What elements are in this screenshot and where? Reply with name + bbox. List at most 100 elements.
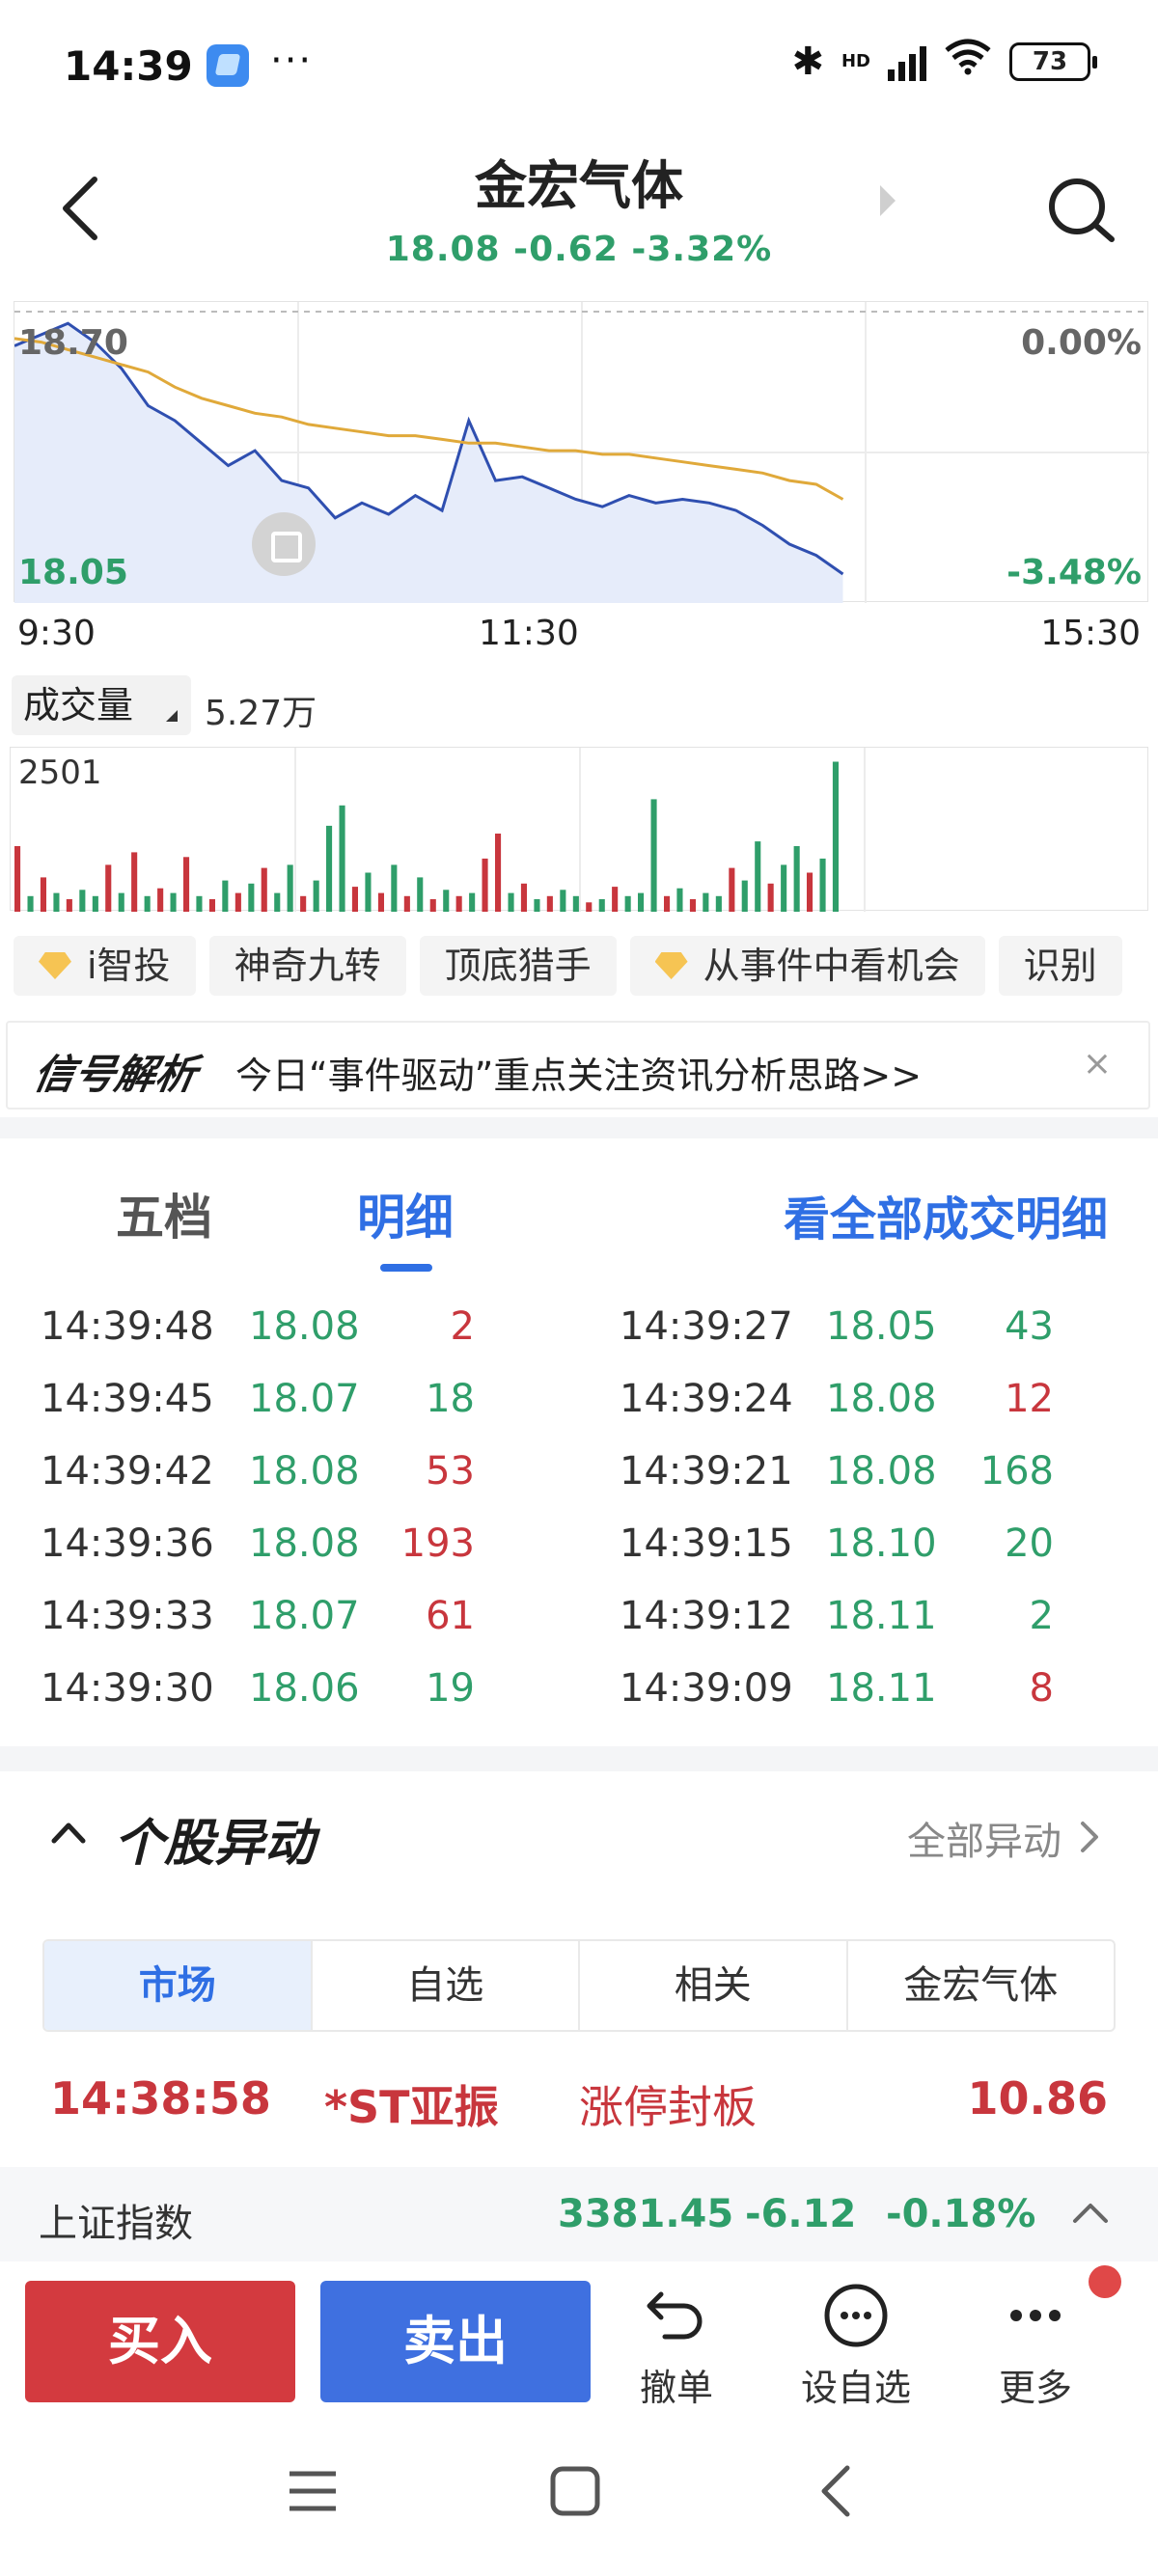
volume-chart-svg (14, 748, 866, 912)
tool-izhitou[interactable]: i智投 (14, 936, 196, 996)
volume-bar (508, 892, 514, 912)
trade-volume: 18 (426, 1377, 475, 1421)
tab-wudang[interactable]: 五档 (116, 1179, 212, 1248)
trade-row: 14:39:42 18.08 53 (41, 1449, 600, 1507)
volume-bar (351, 887, 358, 912)
volume-bar (429, 899, 436, 912)
index-change: -6.12 (745, 2192, 857, 2236)
trade-time: 14:39:24 (620, 1377, 793, 1421)
chart-high-label: 18.70 (18, 323, 128, 363)
volume-bar (365, 872, 372, 912)
volume-bar (807, 872, 813, 912)
trade-price: 18.11 (826, 1666, 937, 1711)
trade-time: 14:39:15 (620, 1521, 793, 1566)
stock-header: 金宏气体 18.08 -0.62 -3.32% (0, 135, 1158, 289)
volume-bar (703, 892, 709, 912)
volume-bar (624, 895, 631, 912)
status-right: ✱ HD 73 (791, 39, 1097, 84)
trade-time: 14:39:42 (41, 1449, 214, 1494)
trade-price: 18.05 (826, 1304, 937, 1349)
trade-volume: 20 (1005, 1521, 1054, 1566)
indicator-selector[interactable]: 成交量 (12, 675, 191, 735)
bluetooth-icon: ✱ (791, 39, 824, 84)
signal-banner[interactable]: 信号解析 今日“事件驱动”重点关注资讯分析思路>> × (6, 1021, 1150, 1110)
segment-market[interactable]: 市场 (44, 1941, 311, 2030)
cancel-order-label: 撤单 (639, 2367, 713, 2409)
segment-related[interactable]: 相关 (578, 1941, 846, 2030)
trade-row: 14:39:09 18.11 8 (620, 1666, 1158, 1724)
view-all-trades-link[interactable]: 看全部成交明细 (784, 1181, 1108, 1248)
volume-bar (118, 892, 124, 912)
index-strip[interactable]: 上证指数 3381.45 -6.12 -0.18% (0, 2167, 1158, 2261)
volume-chart[interactable]: 2501 (10, 747, 1148, 912)
search-button[interactable] (1044, 174, 1117, 247)
volume-bar (234, 892, 241, 912)
segment-this-stock[interactable]: 金宏气体 (845, 1941, 1115, 2030)
trade-volume: 12 (1005, 1377, 1054, 1421)
edit-drawing-icon[interactable] (252, 512, 316, 576)
trade-price: 18.08 (826, 1449, 937, 1494)
trade-time: 14:39:27 (620, 1304, 793, 1349)
volume-bar (482, 858, 488, 912)
intraday-chart-svg (14, 302, 1149, 603)
back-nav-icon[interactable] (816, 2462, 855, 2520)
chevron-right-icon[interactable] (1075, 1818, 1104, 1856)
intraday-chart[interactable]: 18.70 18.05 0.00% -3.48% (14, 301, 1149, 603)
mover-time: 14:38:58 (50, 2072, 271, 2124)
volume-bar (208, 899, 215, 912)
diamond-icon (39, 952, 71, 979)
volume-bar (14, 846, 21, 912)
tool-nine-turn[interactable]: 神奇九转 (208, 936, 406, 996)
volume-bar (326, 825, 333, 912)
trade-price: 18.07 (249, 1377, 360, 1421)
cancel-order-button[interactable]: 撤单 (604, 2279, 749, 2414)
tool-recognize[interactable]: 识别 (998, 936, 1122, 996)
section-divider (0, 1117, 1158, 1138)
tool-label: 识别 (1023, 945, 1097, 987)
volume-bar (183, 857, 190, 912)
volume-bar (313, 880, 319, 912)
volume-bar (495, 834, 502, 912)
segment-watchlist[interactable]: 自选 (310, 1941, 579, 2030)
search-icon (1049, 178, 1115, 242)
mover-value: 10.86 (967, 2072, 1108, 2124)
trade-row: 14:39:15 18.10 20 (620, 1521, 1158, 1579)
trade-price: 18.06 (249, 1666, 360, 1711)
menu-icon[interactable] (286, 2466, 340, 2516)
next-stock-icon[interactable] (880, 185, 896, 216)
volume-bar (66, 899, 72, 912)
volume-bar (598, 899, 605, 912)
section-divider (0, 1746, 1158, 1771)
indicator-selector-label: 成交量 (23, 684, 134, 726)
trade-row: 14:39:12 18.11 2 (620, 1594, 1158, 1652)
trade-time: 14:39:36 (41, 1521, 214, 1566)
buy-button[interactable]: 买入 (25, 2281, 295, 2402)
trade-row: 14:39:21 18.08 168 (620, 1449, 1158, 1507)
volume-bar (40, 877, 46, 912)
more-button[interactable]: 更多 (963, 2279, 1108, 2414)
trade-time: 14:39:48 (41, 1304, 214, 1349)
tool-event-opportunity[interactable]: 从事件中看机会 (629, 936, 985, 996)
trade-time: 14:39:12 (620, 1594, 793, 1638)
home-icon[interactable] (548, 2464, 602, 2518)
all-movers-link[interactable]: 全部异动 (907, 1810, 1062, 1866)
volume-bar (222, 880, 229, 912)
trade-volume: 19 (426, 1666, 475, 1711)
tool-top-bottom[interactable]: 顶底猎手 (419, 936, 617, 996)
add-watchlist-button[interactable]: 设自选 (784, 2279, 928, 2414)
chevron-up-icon[interactable] (1071, 2196, 1110, 2231)
collapse-button[interactable] (50, 1814, 87, 1850)
close-icon[interactable]: × (1083, 1044, 1112, 1083)
stock-quote: 18.08 -0.62 -3.32% (385, 230, 773, 269)
sell-button[interactable]: 卖出 (320, 2281, 591, 2402)
movers-segment-control: 市场 自选 相关 金宏气体 (42, 1939, 1116, 2032)
trade-row: 14:39:33 18.07 61 (41, 1594, 600, 1652)
volume-bar (403, 895, 410, 912)
tab-mingxi[interactable]: 明细 (357, 1179, 454, 1248)
volume-bar (534, 899, 540, 912)
movers-title: 个股异动 (114, 1815, 316, 1873)
volume-bar (79, 890, 86, 912)
volume-bar (196, 895, 203, 912)
tool-label: i智投 (87, 945, 171, 987)
volume-bar (417, 877, 424, 912)
